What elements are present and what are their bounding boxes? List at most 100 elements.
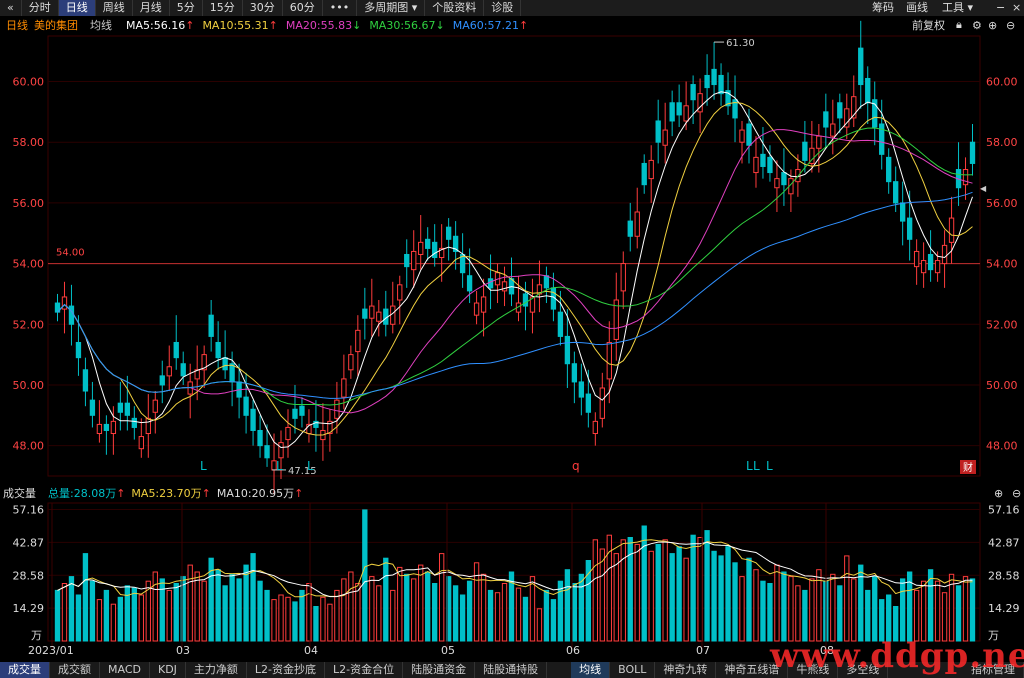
candle-body (376, 311, 382, 322)
volume-bar (466, 580, 473, 642)
candle-body (906, 217, 913, 240)
volume-bar (844, 555, 850, 642)
volume-bar (522, 596, 529, 642)
indicator-tab-3[interactable]: KDJ (150, 662, 186, 678)
volume-bar (362, 509, 368, 642)
price-tick-right: 54.00 (986, 258, 1018, 271)
volume-bar (955, 585, 962, 642)
candle-body (68, 305, 75, 325)
indicator-tab-7[interactable]: 陆股通资金 (403, 662, 476, 678)
volume-bar (432, 583, 438, 642)
candle-body (397, 284, 403, 301)
candle-body (823, 111, 829, 128)
volume-bar (96, 599, 103, 642)
volume-bar (250, 553, 256, 642)
candle-body (543, 275, 550, 289)
volume-bar (215, 569, 221, 642)
candle-body (75, 341, 82, 359)
candle-body (865, 77, 871, 104)
volume-bar (487, 589, 494, 642)
candle-body (250, 408, 256, 431)
indicator-tab-0[interactable]: 成交量 (0, 662, 50, 678)
candle-body (411, 250, 417, 271)
candle-body (61, 296, 68, 310)
volume-bar (872, 576, 878, 642)
candle-body (648, 159, 654, 180)
watermark: www.ddgp.net (770, 636, 1024, 676)
signal-marker: L (200, 459, 207, 473)
candle-body (418, 241, 424, 255)
volume-bar (459, 594, 466, 642)
volume-bar (285, 596, 291, 642)
volume-bar (201, 580, 207, 642)
volume-bar (82, 553, 89, 642)
volume-tick-right: 57.16 (988, 504, 1020, 517)
candle-body (760, 153, 766, 167)
volume-tick-right: 28.58 (988, 569, 1020, 582)
indicator-tab-6[interactable]: L2-资金合位 (325, 662, 404, 678)
indicator-tab-5[interactable]: L2-资金抄底 (247, 662, 326, 678)
candle-body (781, 172, 787, 186)
volume-bar (830, 573, 836, 642)
volume-tick-left: 28.58 (13, 569, 45, 582)
candle-body (655, 120, 661, 143)
volume-bar (620, 539, 626, 642)
volume-bar (327, 603, 333, 642)
indicator-tab-4[interactable]: 主力净额 (186, 662, 247, 678)
date-label: 06 (566, 644, 580, 657)
candle-body (124, 402, 131, 416)
volume-bar (501, 583, 508, 642)
volume-bar (166, 589, 172, 642)
kline-chart[interactable]: 60.00 60.00 58.00 58.00 56.00 56.00 54.00 54.00… (0, 0, 1024, 662)
candle-body (599, 387, 605, 419)
volume-bar (711, 550, 717, 642)
volume-tick-left: 42.87 (13, 536, 45, 549)
indicator-tab-1[interactable]: 成交额 (50, 662, 100, 678)
price-tick-right: 48.00 (986, 440, 1018, 453)
volume-bar (655, 543, 661, 642)
volume-minus-icon[interactable]: ⊖ (1012, 487, 1021, 500)
signal-marker: L (766, 459, 773, 473)
candle-body (606, 341, 612, 380)
volume-bar (411, 578, 417, 642)
candle-body (341, 378, 347, 398)
volume-bar (348, 571, 354, 642)
indicator-tab-2[interactable]: MACD (100, 662, 150, 678)
volume-bar (746, 557, 752, 642)
volume-bar (376, 585, 382, 642)
volume-bar (550, 599, 557, 642)
price-tick-right: 50.00 (986, 379, 1018, 392)
volume-bar (138, 594, 144, 642)
candle-body (893, 181, 899, 204)
candle-body (941, 244, 948, 265)
ma5-line (57, 91, 973, 449)
overlay-tab-1[interactable]: BOLL (610, 662, 656, 678)
candle-body (264, 445, 270, 459)
volume-plus-icon[interactable]: ⊕ (994, 487, 1003, 500)
volume-bar (131, 587, 137, 642)
volume-bar (760, 580, 766, 642)
candle-body (487, 278, 494, 289)
volume-bar (473, 562, 480, 642)
candle-body (962, 169, 969, 186)
volume-bar (159, 578, 165, 642)
price-tick-right: 58.00 (986, 136, 1018, 149)
candle-body (355, 329, 361, 353)
candle-body (292, 408, 298, 419)
candle-body (627, 220, 633, 237)
volume-bar (627, 537, 633, 642)
volume-unit-left: 万 (31, 629, 42, 642)
candle-body (578, 381, 585, 398)
date-label: 04 (304, 644, 318, 657)
volume-bar (292, 601, 298, 642)
volume-bar (690, 534, 696, 642)
candle-body (927, 253, 934, 271)
volume-bar (718, 555, 724, 642)
indicator-tab-8[interactable]: 陆股通持股 (475, 662, 548, 678)
candle-body (837, 102, 843, 119)
overlay-tab-2[interactable]: 神奇九转 (655, 662, 717, 678)
candle-body (641, 162, 647, 186)
candle-body (432, 241, 438, 259)
overlay-tab-0[interactable]: 均线 (571, 662, 611, 678)
volume-bar (592, 539, 598, 642)
